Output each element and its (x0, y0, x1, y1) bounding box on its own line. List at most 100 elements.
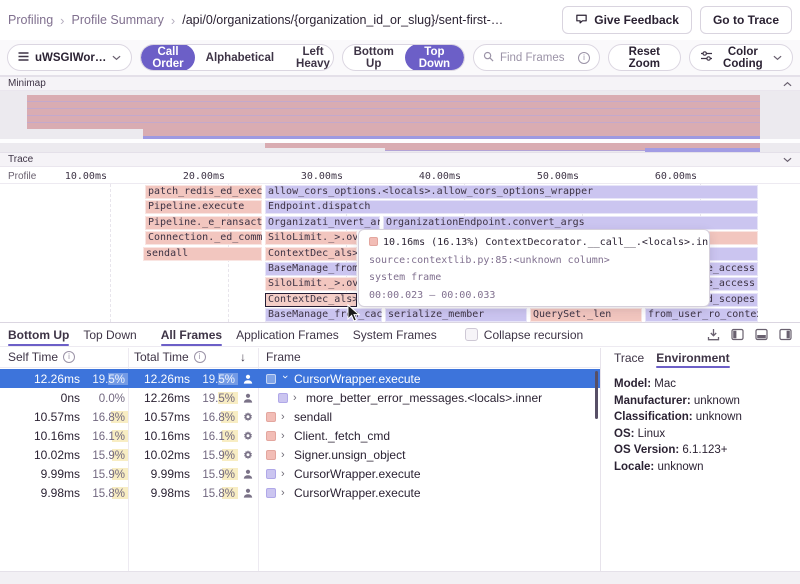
detail-panel: TraceEnvironment Model: MacManufacturer:… (600, 348, 800, 571)
find-frames-searchbox[interactable]: i (473, 44, 600, 71)
table-scrollbar-thumb[interactable] (595, 371, 598, 419)
breadcrumb-item[interactable]: Profile Summary (72, 13, 164, 27)
table-row[interactable]: 9.98ms15.8%9.98ms15.8%›CursorWrapper.exe… (0, 483, 600, 502)
thread-selector-dropdown[interactable]: uWSGIWor… (7, 44, 132, 71)
table-row[interactable]: 0ns0.0%12.26ms19.5%›more_better_error_me… (0, 388, 600, 407)
chevron-right-icon[interactable]: › (281, 430, 289, 442)
minimap-section-header[interactable]: Minimap (0, 76, 800, 91)
flame-frame[interactable]: Pipeline._e_ransaction (145, 216, 262, 230)
bottom-panel: Bottom Up Top Down All Frames Application … (0, 322, 800, 584)
sort-option-alphabetical[interactable]: Alphabetical (195, 44, 285, 71)
breadcrumb-item[interactable]: /api/0/organizations/{organization_id_or… (182, 13, 503, 27)
flame-frame[interactable]: OrganizationEndpoint.convert_args (383, 216, 758, 230)
self-time-value: 12.26ms (34, 372, 80, 386)
sort-direction-icon[interactable]: ↓ (240, 350, 246, 364)
application-frame-icon (238, 373, 258, 385)
detail-tab-trace[interactable]: Trace (614, 351, 644, 367)
detail-tab-environment[interactable]: Environment (656, 351, 729, 367)
chevron-right-icon[interactable]: › (281, 468, 289, 480)
time-tick-label: 60.00ms (655, 171, 697, 182)
reset-zoom-button[interactable]: Reset Zoom (608, 44, 681, 71)
trace-section-header[interactable]: Trace (0, 152, 800, 167)
flame-frame[interactable]: allow_cors_options.<locals>.allow_cors_o… (265, 185, 758, 199)
self-time-column-header[interactable]: Self Timei (8, 350, 75, 364)
tooltip-frame-type: system frame (369, 269, 699, 287)
find-frames-input[interactable] (500, 52, 572, 64)
self-time-percent: 16.8% (84, 410, 128, 424)
total-time-column-header[interactable]: Total Timei (134, 350, 206, 364)
breadcrumb: Profiling›Profile Summary›/api/0/organiz… (8, 13, 503, 28)
collapse-recursion-checkbox[interactable] (465, 328, 478, 341)
color-coding-dropdown[interactable]: Color Coding (689, 44, 793, 71)
chevron-up-icon[interactable] (783, 81, 792, 87)
table-row[interactable]: 10.02ms15.9%10.02ms15.9%›Signer.unsign_o… (0, 445, 600, 464)
layout-left-dock-icon[interactable] (731, 328, 744, 341)
environment-field: Model: Mac (614, 376, 800, 393)
frame-cell: ›CursorWrapper.execute (258, 486, 600, 500)
minimap-title: Minimap (8, 78, 46, 89)
view-option-top-down[interactable]: Top Down (405, 44, 464, 71)
self-time-percent: 15.8% (84, 486, 128, 500)
breadcrumb-item[interactable]: Profiling (8, 13, 53, 27)
tab-top-down[interactable]: Top Down (83, 323, 136, 346)
download-icon[interactable] (707, 328, 720, 341)
layout-bottom-dock-icon[interactable] (755, 328, 768, 341)
info-icon: i (63, 351, 75, 363)
total-time-value: 9.98ms (151, 486, 190, 500)
environment-field: Classification: unknown (614, 409, 800, 426)
chevron-down-icon[interactable]: › (279, 375, 291, 383)
flame-frame[interactable]: SiloLimit._>.over (265, 277, 357, 291)
flame-frame[interactable]: sendall (143, 247, 262, 261)
flame-frame[interactable]: QuerySet._len (530, 308, 642, 322)
search-icon (483, 49, 494, 67)
flame-frame[interactable]: from_user_ro_context (645, 308, 758, 322)
flame-frame[interactable]: patch_redis_ed_execute (145, 185, 262, 199)
flame-frame[interactable]: Connection._ed_command (145, 231, 262, 245)
chevron-right-icon[interactable]: › (293, 392, 301, 404)
table-row[interactable]: 10.16ms16.1%10.16ms16.1%›Client._fetch_c… (0, 426, 600, 445)
frame-color-swatch (266, 431, 276, 441)
minimap-canvas[interactable] (0, 91, 800, 152)
total-time-value: 12.26ms (144, 372, 190, 386)
flame-frame[interactable]: Endpoint.dispatch (265, 200, 758, 214)
sort-option-call-order[interactable]: Call Order (141, 44, 194, 71)
view-option-bottom-up[interactable]: Bottom Up (343, 44, 405, 71)
frame-name: Client._fetch_cmd (294, 429, 390, 443)
frame-column-header[interactable]: Frame (266, 350, 301, 364)
self-time-value: 9.99ms (41, 467, 80, 481)
flame-frame[interactable]: Pipeline.execute (145, 200, 262, 214)
frame-name: CursorWrapper.execute (294, 467, 421, 481)
self-time-value: 10.02ms (34, 448, 80, 462)
tooltip-time-range: 00:00.023 — 00:00.033 (369, 287, 699, 305)
table-row[interactable]: 9.99ms15.9%9.99ms15.9%›CursorWrapper.exe… (0, 464, 600, 483)
reset-zoom-label: Reset Zoom (619, 46, 670, 70)
frame-cell: › CursorWrapper.execute (258, 467, 600, 481)
flame-frame[interactable]: serialize_member (385, 308, 527, 322)
layout-right-dock-icon[interactable] (779, 328, 792, 341)
flame-frame[interactable]: ContextDec_als>.i (265, 293, 357, 307)
filter-tab-all-frames[interactable]: All Frames (161, 323, 222, 346)
give-feedback-button[interactable]: Give Feedback (562, 6, 692, 34)
flame-frame[interactable]: Organizati_nvert_args (265, 216, 380, 230)
filter-tab-application-frames[interactable]: Application Frames (236, 323, 339, 346)
table-row[interactable]: 10.57ms16.8%10.57ms16.8%›sendall (0, 407, 600, 426)
time-gridline (110, 184, 111, 322)
chevron-down-icon[interactable] (783, 157, 792, 163)
flamegraph-toolbar: uWSGIWor… Call OrderAlphabeticalLeft Hea… (0, 40, 800, 76)
chevron-right-icon[interactable]: › (281, 449, 289, 461)
tab-bottom-up[interactable]: Bottom Up (8, 323, 69, 346)
profiling-flamegraph-page: Profiling › Profile Summary › /api/0/organiz… (0, 0, 800, 584)
flame-frame[interactable]: BaseManage_from_cache (265, 308, 382, 322)
flame-frame[interactable]: BaseManage_from_c (265, 262, 357, 276)
flame-frame[interactable]: ContextDec_als>.i (265, 247, 357, 261)
top-header: Profiling›Profile Summary›/api/0/organiz… (0, 0, 800, 40)
chevron-right-icon[interactable]: › (281, 487, 289, 499)
sort-option-left-heavy[interactable]: Left Heavy (285, 44, 334, 71)
frame-table-header: Self Timei Total Timei ↓ Frame (0, 348, 600, 368)
chevron-right-icon[interactable]: › (281, 411, 289, 423)
filter-tab-system-frames[interactable]: System Frames (353, 323, 437, 346)
table-row[interactable]: 12.26ms19.5%12.26ms19.5%›CursorWrapper.e… (0, 369, 600, 388)
system-frame-icon (238, 411, 258, 423)
flame-frame[interactable]: SiloLimit._>.over (265, 231, 357, 245)
go-to-trace-button[interactable]: Go to Trace (700, 6, 792, 34)
